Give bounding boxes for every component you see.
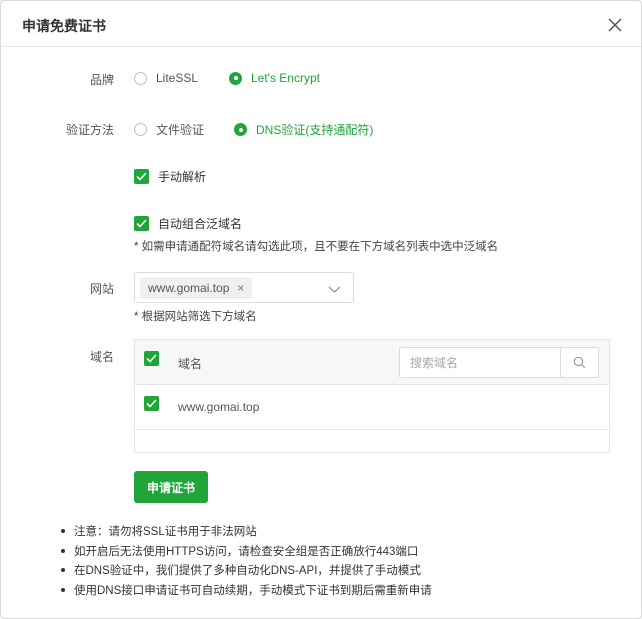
brand-option-label: Let's Encrypt: [251, 71, 320, 85]
auto-wildcard-label: 自动组合泛域名: [158, 217, 243, 231]
chevron-down-icon: [328, 283, 341, 297]
table-row: www.gomai.top: [135, 385, 609, 430]
check-icon: [134, 169, 149, 184]
dialog-title: 申请免费证书: [22, 18, 106, 34]
site-tag-label: www.gomai.top: [148, 281, 230, 295]
domain-search: [399, 347, 599, 378]
brand-radio-litessl[interactable]: LiteSSL: [134, 71, 198, 85]
radio-circle: [229, 71, 242, 85]
verify-radio-dns[interactable]: DNS验证(支持通配符): [234, 121, 373, 138]
manual-resolve-label: 手动解析: [158, 170, 207, 184]
list-item: 如开启后无法使用HTTPS访问，请检查安全组是否正确放行443端口: [61, 543, 432, 563]
domains-label: 域名: [89, 350, 114, 364]
dialog-header: 申请免费证书: [1, 1, 641, 47]
wildcard-hint: * 如需申请通配符域名请勾选此项，且不要在下方域名列表中选中泛域名: [134, 241, 499, 253]
auto-wildcard-checkbox[interactable]: 自动组合泛域名: [134, 215, 242, 232]
domain-table: 域名 www.gomai.top: [134, 339, 610, 453]
list-item: 在DNS验证中，我们提供了多种自动化DNS-API，并提供了手动模式: [61, 562, 432, 582]
apply-certificate-button[interactable]: 申请证书: [134, 471, 208, 503]
domain-table-header: 域名: [135, 340, 609, 385]
verify-option-label: 文件验证: [156, 123, 205, 137]
list-item: 使用DNS接口申请证书可自动续期，手动模式下证书到期后需重新申请: [61, 582, 432, 602]
notes-list: 注意：请勿将SSL证书用于非法网站 如开启后无法使用HTTPS访问，请检查安全组…: [61, 523, 432, 601]
verify-method-label: 验证方法: [65, 123, 114, 137]
row-checkbox[interactable]: [144, 396, 159, 411]
brand-option-label: LiteSSL: [156, 71, 199, 85]
brand-label: 品牌: [89, 73, 114, 87]
tag-close-icon[interactable]: ×: [237, 281, 244, 295]
site-select[interactable]: www.gomai.top ×: [134, 272, 354, 303]
radio-circle: [234, 123, 247, 136]
radio-circle: [134, 71, 147, 85]
verify-option-label: DNS验证(支持通配符): [256, 123, 374, 137]
check-icon: [134, 216, 149, 231]
close-icon[interactable]: [605, 15, 625, 35]
verify-radio-file[interactable]: 文件验证: [134, 121, 204, 138]
brand-radio-letsencrypt[interactable]: Let's Encrypt: [229, 71, 320, 85]
list-item: 注意：请勿将SSL证书用于非法网站: [61, 523, 432, 543]
select-all-checkbox[interactable]: [144, 351, 159, 366]
site-label: 网站: [89, 282, 114, 296]
domain-column-header: 域名: [178, 357, 203, 371]
manual-resolve-checkbox[interactable]: 手动解析: [134, 168, 206, 185]
radio-circle: [134, 123, 147, 136]
apply-certificate-dialog: 申请免费证书 品牌 LiteSSL Let's Encrypt 验证方法 文件验…: [0, 0, 642, 619]
row-domain: www.gomai.top: [178, 400, 260, 414]
search-icon[interactable]: [560, 348, 598, 377]
site-tag: www.gomai.top ×: [140, 277, 253, 299]
domain-search-input[interactable]: [400, 348, 560, 377]
site-hint: * 根据网站筛选下方域名: [134, 311, 257, 323]
